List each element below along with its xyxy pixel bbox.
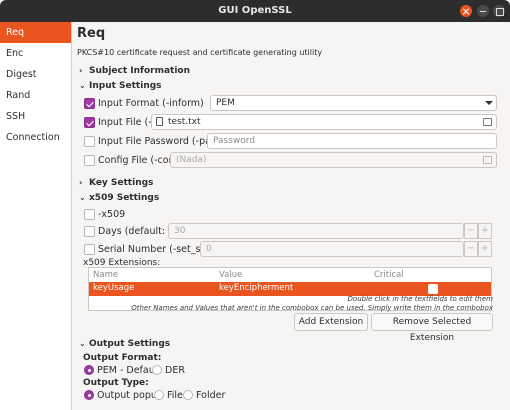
serial-increment-button[interactable]: + bbox=[478, 241, 492, 257]
column-header-critical[interactable]: Critical bbox=[374, 270, 404, 280]
input-password-field[interactable]: Password bbox=[207, 133, 497, 149]
output-type-file-radio[interactable] bbox=[154, 390, 164, 400]
table-row[interactable]: keyUsage keyEncipherment bbox=[89, 282, 491, 296]
maximize-icon[interactable] bbox=[493, 5, 505, 17]
sidebar-item-digest[interactable]: Digest bbox=[0, 64, 71, 85]
section-output-settings[interactable]: ⌄ Output Settings bbox=[79, 339, 170, 349]
section-label: Output Settings bbox=[89, 339, 171, 349]
days-spinbox[interactable]: 30 bbox=[168, 223, 464, 239]
extensions-hint-edit: Double click in the textfields to edit t… bbox=[347, 295, 493, 303]
output-type-popup-radio[interactable] bbox=[84, 390, 94, 400]
section-input-settings[interactable]: ⌄ Input Settings bbox=[79, 81, 162, 91]
input-file-value: test.txt bbox=[168, 117, 201, 127]
config-file-placeholder: (Nada) bbox=[176, 155, 207, 165]
close-icon[interactable] bbox=[460, 5, 472, 17]
minimize-icon[interactable] bbox=[477, 5, 489, 17]
x509-label: -x509 bbox=[98, 209, 126, 220]
title-bar: GUI OpenSSL bbox=[0, 0, 510, 22]
days-checkbox[interactable] bbox=[84, 226, 95, 237]
section-label: Key Settings bbox=[89, 178, 154, 188]
serial-value: 0 bbox=[206, 244, 212, 254]
input-file-field[interactable]: test.txt bbox=[151, 114, 497, 130]
extensions-hint-custom: Other Names and Values that aren't in th… bbox=[131, 304, 493, 312]
serial-decrement-button[interactable]: − bbox=[464, 241, 478, 257]
output-format-label: Output Format: bbox=[83, 353, 162, 363]
output-type-folder-label[interactable]: Folder bbox=[196, 390, 225, 401]
input-format-checkbox[interactable] bbox=[84, 98, 95, 109]
section-subject-information[interactable]: › Subject Information bbox=[79, 66, 190, 76]
section-label: x509 Settings bbox=[89, 193, 160, 203]
days-increment-button[interactable]: + bbox=[478, 223, 492, 239]
input-file-checkbox[interactable] bbox=[84, 117, 95, 128]
input-format-value: PEM bbox=[216, 98, 235, 108]
config-file-checkbox[interactable] bbox=[84, 155, 95, 166]
file-icon bbox=[156, 117, 163, 126]
input-format-select[interactable]: PEM bbox=[210, 95, 497, 111]
sidebar-item-req[interactable]: Req bbox=[0, 22, 71, 43]
sidebar-item-ssh-connection[interactable]: SSH Connection bbox=[0, 106, 71, 143]
expander-arrow-icon: ⌄ bbox=[79, 193, 86, 202]
input-password-checkbox[interactable] bbox=[84, 136, 95, 147]
column-header-name[interactable]: Name bbox=[93, 270, 118, 280]
expander-arrow-icon: ⌄ bbox=[79, 81, 86, 90]
main-panel: Req PKCS#10 certificate request and cert… bbox=[73, 22, 510, 410]
window-title: GUI OpenSSL bbox=[218, 5, 292, 16]
row-value[interactable]: keyEncipherment bbox=[219, 283, 293, 293]
remove-extension-button[interactable]: Remove Selected Extension bbox=[371, 313, 493, 343]
expander-arrow-icon: ⌄ bbox=[79, 339, 86, 348]
section-label: Input Settings bbox=[89, 81, 162, 91]
file-chooser-icon[interactable] bbox=[483, 156, 492, 164]
output-format-der-label[interactable]: DER bbox=[165, 365, 185, 376]
input-format-label: Input Format (-inform) bbox=[98, 98, 204, 109]
section-label: Subject Information bbox=[89, 66, 191, 76]
days-decrement-button[interactable]: − bbox=[464, 223, 478, 239]
add-extension-button[interactable]: Add Extension bbox=[294, 313, 368, 331]
input-password-placeholder: Password bbox=[213, 136, 256, 146]
column-header-value[interactable]: Value bbox=[219, 270, 242, 280]
sidebar-item-rand[interactable]: Rand bbox=[0, 85, 71, 106]
expander-arrow-icon: › bbox=[79, 178, 83, 187]
output-type-label: Output Type: bbox=[83, 378, 149, 388]
x509-checkbox[interactable] bbox=[84, 209, 95, 220]
output-format-pem-radio[interactable] bbox=[84, 365, 94, 375]
output-format-der-radio[interactable] bbox=[152, 365, 162, 375]
page-title: Req bbox=[77, 26, 106, 41]
section-x509-settings[interactable]: ⌄ x509 Settings bbox=[79, 193, 159, 203]
sidebar: Req Enc Digest Rand SSH Connection bbox=[0, 22, 72, 410]
serial-spinbox[interactable]: 0 bbox=[200, 241, 464, 257]
output-type-file-label[interactable]: File bbox=[167, 390, 183, 401]
row-critical-checkbox[interactable] bbox=[428, 283, 438, 294]
config-file-field[interactable]: (Nada) bbox=[170, 152, 497, 168]
output-type-folder-radio[interactable] bbox=[183, 390, 193, 400]
file-chooser-icon[interactable] bbox=[483, 118, 492, 126]
sidebar-item-enc[interactable]: Enc bbox=[0, 43, 71, 64]
row-name[interactable]: keyUsage bbox=[93, 283, 134, 293]
dropdown-arrow-icon bbox=[485, 101, 493, 105]
days-value: 30 bbox=[174, 226, 186, 236]
expander-arrow-icon: › bbox=[79, 66, 83, 75]
section-key-settings[interactable]: › Key Settings bbox=[79, 178, 153, 188]
page-description: PKCS#10 certificate request and certific… bbox=[77, 48, 323, 57]
serial-checkbox[interactable] bbox=[84, 244, 95, 255]
